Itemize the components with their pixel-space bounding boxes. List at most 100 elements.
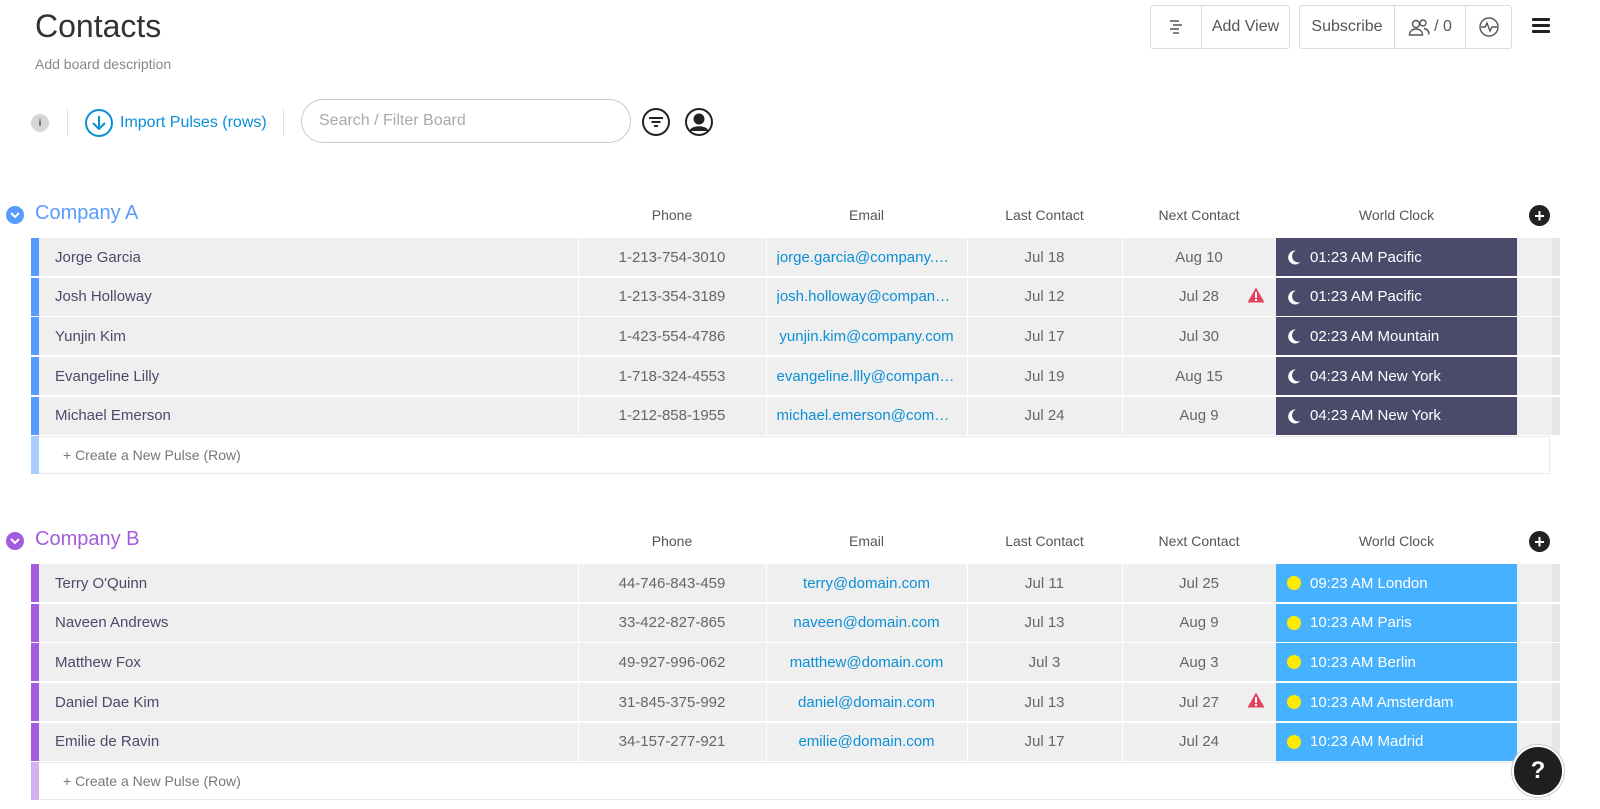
filter-icon[interactable]	[641, 107, 671, 137]
pulse-name[interactable]: Matthew Fox	[55, 643, 141, 681]
row-menu-handle[interactable]	[1552, 357, 1560, 396]
table-row[interactable]: Yunjin Kim 1-423-554-4786 yunjin.kim@compa…	[31, 317, 1560, 356]
email-link[interactable]: evangeline.llly@company.c...	[777, 368, 957, 385]
world-clock-cell[interactable]: 02:23 AM Mountain	[1276, 317, 1517, 356]
phone-cell[interactable]: 31-845-375-992	[578, 683, 766, 721]
group-title[interactable]: Company A	[35, 202, 138, 225]
create-pulse-label[interactable]: + Create a New Pulse (Row)	[63, 763, 241, 799]
subscribe-button[interactable]: Subscribe	[1300, 6, 1394, 48]
world-clock-cell[interactable]: 10:23 AM Madrid	[1276, 722, 1517, 761]
column-header-world-clock[interactable]: World Clock	[1276, 207, 1517, 223]
create-pulse-row[interactable]: + Create a New Pulse (Row)	[31, 762, 1550, 800]
email-cell[interactable]: emilie@domain.com	[766, 723, 967, 761]
email-link[interactable]: michael.emerson@compa...	[777, 407, 957, 424]
column-header-last-contact[interactable]: Last Contact	[967, 207, 1122, 223]
column-header-world-clock[interactable]: World Clock	[1276, 533, 1517, 549]
pulse-name[interactable]: Daniel Dae Kim	[55, 683, 159, 721]
row-menu-handle[interactable]	[1552, 277, 1560, 316]
row-menu-handle[interactable]	[1552, 683, 1560, 722]
world-clock-cell[interactable]: 04:23 AM New York	[1276, 357, 1517, 396]
activity-button[interactable]	[1465, 6, 1511, 48]
chevron-down-icon[interactable]	[6, 206, 24, 224]
next-contact-cell[interactable]: Aug 15	[1122, 357, 1276, 395]
last-contact-cell[interactable]: Jul 12	[967, 278, 1122, 316]
row-menu-handle[interactable]	[1552, 317, 1560, 356]
email-cell[interactable]: yunjin.kim@company.com	[766, 317, 967, 355]
last-contact-cell[interactable]: Jul 19	[967, 357, 1122, 395]
column-header-email[interactable]: Email	[766, 533, 967, 549]
phone-cell[interactable]: 33-422-827-865	[578, 604, 766, 642]
next-contact-cell[interactable]: Jul 25	[1122, 564, 1276, 602]
table-row[interactable]: Michael Emerson 1-212-858-1955 michael.eme…	[31, 396, 1560, 435]
row-menu-handle[interactable]	[1552, 396, 1560, 435]
email-cell[interactable]: terry@domain.com	[766, 564, 967, 602]
email-link[interactable]: josh.holloway@company.c...	[777, 288, 957, 305]
row-menu-handle[interactable]	[1552, 603, 1560, 642]
email-link[interactable]: jorge.garcia@company.com	[777, 249, 957, 266]
email-link[interactable]: emilie@domain.com	[798, 733, 934, 750]
column-header-next-contact[interactable]: Next Contact	[1122, 533, 1276, 549]
world-clock-cell[interactable]: 09:23 AM London	[1276, 564, 1517, 602]
chevron-down-icon[interactable]	[6, 532, 24, 550]
email-cell[interactable]: michael.emerson@compa...	[766, 397, 967, 435]
person-filter-icon[interactable]	[684, 107, 714, 137]
phone-cell[interactable]: 1-423-554-4786	[578, 317, 766, 355]
email-cell[interactable]: evangeline.llly@company.c...	[766, 357, 967, 395]
info-icon[interactable]: i	[31, 114, 49, 132]
last-contact-cell[interactable]: Jul 18	[967, 238, 1122, 276]
next-contact-cell[interactable]: Aug 9	[1122, 397, 1276, 435]
phone-cell[interactable]: 1-213-354-3189	[578, 278, 766, 316]
column-header-last-contact[interactable]: Last Contact	[967, 533, 1122, 549]
last-contact-cell[interactable]: Jul 17	[967, 723, 1122, 761]
hamburger-menu-icon[interactable]	[1532, 18, 1550, 34]
world-clock-cell[interactable]: 10:23 AM Amsterdam	[1276, 683, 1517, 722]
world-clock-cell[interactable]: 10:23 AM Paris	[1276, 603, 1517, 642]
table-row[interactable]: Naveen Andrews 33-422-827-865 naveen@domai…	[31, 603, 1560, 642]
board-views-button[interactable]	[1151, 6, 1201, 48]
subscribers-button[interactable]: / 0	[1394, 6, 1465, 48]
next-contact-cell[interactable]: Aug 10	[1122, 238, 1276, 276]
help-button[interactable]: ?	[1512, 745, 1564, 797]
add-view-button[interactable]: Add View	[1201, 6, 1289, 48]
table-row[interactable]: Matthew Fox 49-927-996-062 matthew@domain.…	[31, 643, 1560, 682]
pulse-name[interactable]: Terry O'Quinn	[55, 564, 147, 602]
row-menu-handle[interactable]	[1552, 564, 1560, 602]
phone-cell[interactable]: 49-927-996-062	[578, 643, 766, 681]
table-row[interactable]: Josh Holloway 1-213-354-3189 josh.holloway…	[31, 277, 1560, 316]
table-row[interactable]: Emilie de Ravin 34-157-277-921 emilie@doma…	[31, 722, 1560, 761]
phone-cell[interactable]: 1-212-858-1955	[578, 397, 766, 435]
world-clock-cell[interactable]: 04:23 AM New York	[1276, 396, 1517, 435]
table-row[interactable]: Jorge Garcia 1-213-754-3010 jorge.garcia@c…	[31, 238, 1560, 276]
create-pulse-label[interactable]: + Create a New Pulse (Row)	[63, 437, 241, 473]
email-link[interactable]: naveen@domain.com	[793, 614, 939, 631]
row-menu-handle[interactable]	[1552, 238, 1560, 276]
email-cell[interactable]: daniel@domain.com	[766, 683, 967, 721]
pulse-name[interactable]: Naveen Andrews	[55, 604, 168, 642]
table-row[interactable]: Daniel Dae Kim 31-845-375-992 daniel@domai…	[31, 683, 1560, 722]
world-clock-cell[interactable]: 01:23 AM Pacific	[1276, 238, 1517, 276]
search-input[interactable]	[301, 99, 631, 143]
world-clock-cell[interactable]: 01:23 AM Pacific	[1276, 277, 1517, 316]
last-contact-cell[interactable]: Jul 17	[967, 317, 1122, 355]
pulse-name[interactable]: Michael Emerson	[55, 397, 171, 435]
phone-cell[interactable]: 1-718-324-4553	[578, 357, 766, 395]
email-cell[interactable]: josh.holloway@company.c...	[766, 278, 967, 316]
email-link[interactable]: terry@domain.com	[803, 575, 930, 592]
pulse-name[interactable]: Jorge Garcia	[55, 238, 141, 276]
column-header-phone[interactable]: Phone	[578, 207, 766, 223]
last-contact-cell[interactable]: Jul 13	[967, 683, 1122, 721]
phone-cell[interactable]: 1-213-754-3010	[578, 238, 766, 276]
add-column-icon[interactable]: +	[1529, 205, 1550, 226]
email-cell[interactable]: jorge.garcia@company.com	[766, 238, 967, 276]
create-pulse-row[interactable]: + Create a New Pulse (Row)	[31, 436, 1550, 474]
row-menu-handle[interactable]	[1552, 643, 1560, 682]
pulse-name[interactable]: Evangeline Lilly	[55, 357, 159, 395]
last-contact-cell[interactable]: Jul 3	[967, 643, 1122, 681]
column-header-next-contact[interactable]: Next Contact	[1122, 207, 1276, 223]
last-contact-cell[interactable]: Jul 11	[967, 564, 1122, 602]
group-title[interactable]: Company B	[35, 528, 140, 551]
last-contact-cell[interactable]: Jul 13	[967, 604, 1122, 642]
email-link[interactable]: matthew@domain.com	[790, 654, 944, 671]
email-cell[interactable]: matthew@domain.com	[766, 643, 967, 681]
import-pulses-button[interactable]: Import Pulses (rows)	[85, 109, 267, 137]
